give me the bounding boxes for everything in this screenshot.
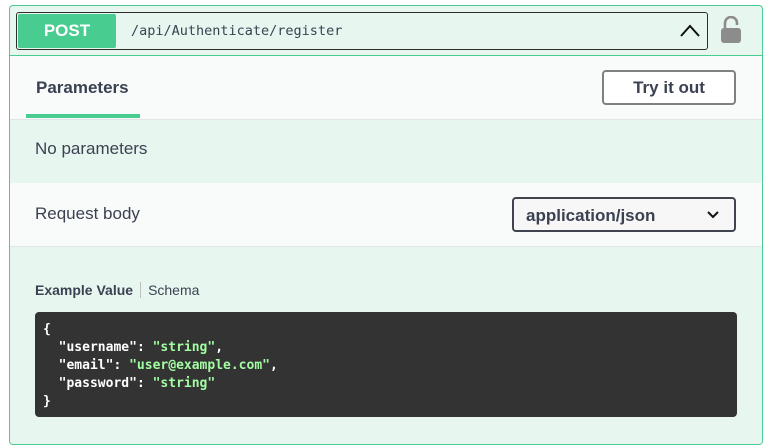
tab-example-value[interactable]: Example Value [35,282,133,298]
endpoint-path: /api/Authenticate/register [131,23,343,39]
parameters-header: Parameters Try it out [10,56,762,120]
code-key: "email" [58,358,114,373]
code-close-brace: } [43,394,51,409]
request-body-header: Request body application/json [10,183,762,247]
operation-block: POST /api/Authenticate/register Paramete… [9,5,763,445]
operation-summary-button[interactable]: POST /api/Authenticate/register [16,12,708,50]
tab-parameters-label: Parameters [36,78,129,97]
code-string-value: "string" [152,376,216,391]
chevron-down-icon [707,211,719,219]
parameters-body: No parameters [10,120,762,183]
chevron-up-icon[interactable] [679,21,701,41]
tab-divider [140,282,142,298]
content-type-select[interactable]: application/json [512,197,736,232]
tab-active-underline [26,114,140,118]
code-key: "username" [58,340,137,355]
tab-parameters[interactable]: Parameters [26,56,140,118]
tab-schema[interactable]: Schema [148,282,199,298]
request-body-example: Example Value Schema { "username": "strin… [10,247,762,444]
code-key: "password" [58,376,137,391]
code-comma: , [215,340,224,355]
lock-open-icon[interactable] [719,16,743,44]
operation-summary: POST /api/Authenticate/register [10,6,762,56]
code-string-value: "user@example.com" [129,358,270,373]
code-comma: , [270,358,278,373]
code-open-brace: { [43,322,51,337]
no-parameters-text: No parameters [35,139,148,158]
try-it-out-button[interactable]: Try it out [602,70,736,105]
method-badge: POST [18,14,116,48]
request-body-label: Request body [35,204,140,223]
example-tabs: Example Value Schema [35,282,199,298]
code-string-value: "string" [152,340,216,355]
content-type-value: application/json [526,206,656,225]
example-code-block[interactable]: { "username": "string", "email": "user@e… [35,312,737,417]
